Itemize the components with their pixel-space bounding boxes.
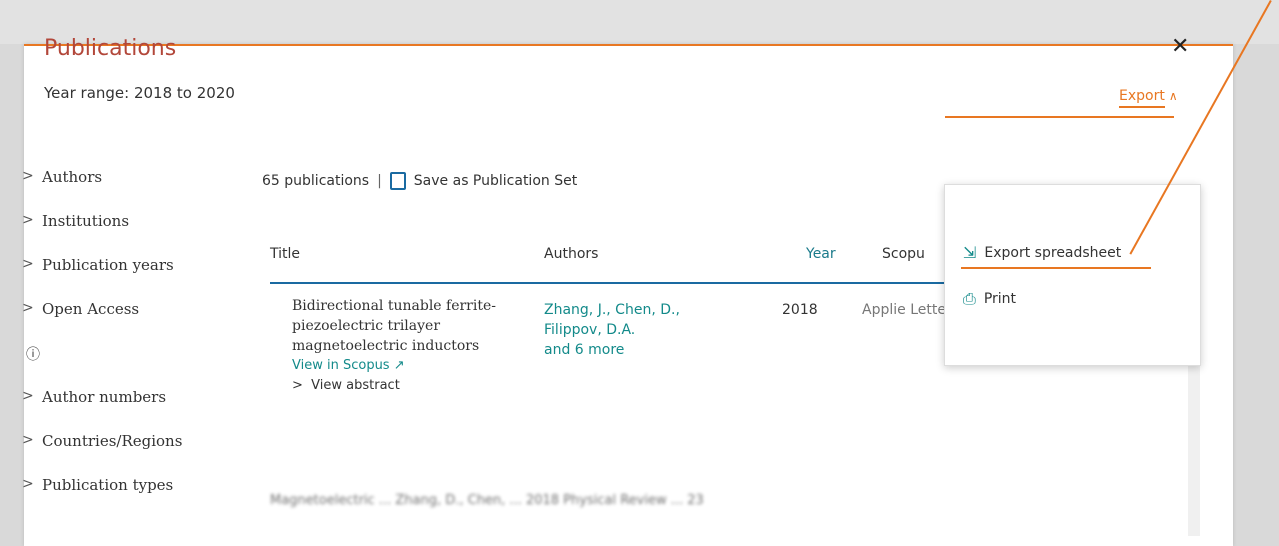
- chevron-right-icon: >: [22, 300, 34, 316]
- table-row[interactable]: Magnetoelectric ... Zhang, D., Chen, ...…: [270, 493, 930, 513]
- export-dropdown-menu: ⇲ Export spreadsheet ⎙ Print: [944, 184, 1201, 366]
- sidebar-item-countries-regions[interactable]: > Countries/Regions: [22, 432, 182, 476]
- view-abstract-label: View abstract: [311, 378, 400, 393]
- modal-title: Publications: [44, 36, 177, 61]
- toolbar-separator: |: [377, 173, 382, 189]
- year-cell: 2018: [782, 302, 818, 318]
- view-abstract-toggle[interactable]: > View abstract: [292, 376, 522, 396]
- publication-title: Bidirectional tunable ferrite-piezoelect…: [292, 298, 496, 354]
- chevron-right-icon: >: [22, 432, 34, 448]
- sidebar-item-label: Authors: [42, 168, 103, 186]
- sidebar-item-label: Institutions: [42, 212, 130, 230]
- sidebar-item-publication-types[interactable]: > Publication types: [22, 476, 182, 520]
- publication-title-cell: Bidirectional tunable ferrite-piezoelect…: [292, 296, 522, 396]
- sidebar-item-label: Open Access: [42, 300, 140, 318]
- column-header-year[interactable]: Year: [806, 246, 836, 262]
- export-spreadsheet-label: Export spreadsheet: [984, 244, 1122, 261]
- sidebar-item-label: Publication years: [42, 256, 174, 274]
- column-header-authors[interactable]: Authors: [544, 246, 598, 262]
- print-icon: ⎙: [963, 289, 976, 308]
- export-spreadsheet-item[interactable]: ⇲ Export spreadsheet: [963, 243, 1121, 262]
- more-authors-link[interactable]: and 6 more: [544, 340, 714, 360]
- view-in-scopus-link[interactable]: View in Scopus ↗: [292, 356, 522, 376]
- export-button[interactable]: Export ∧: [1119, 88, 1178, 108]
- sidebar-item-label: Publication types: [42, 476, 174, 494]
- sidebar: > Authors > Institutions > Publication year…: [22, 168, 182, 520]
- sidebar-item-publication-years[interactable]: > Publication years: [22, 256, 182, 300]
- authors-link[interactable]: Zhang, J., Chen, D., Filippov, D.A.: [544, 300, 714, 340]
- sidebar-item-authors[interactable]: > Authors: [22, 168, 182, 212]
- export-icon: ⇲: [963, 243, 977, 262]
- authors-cell: Zhang, J., Chen, D., Filippov, D.A. and …: [544, 300, 714, 360]
- sidebar-item-open-access[interactable]: > Open Access: [22, 300, 182, 344]
- chevron-right-icon: >: [292, 378, 312, 393]
- chevron-up-icon: ∧: [1168, 89, 1178, 103]
- publication-count: 65 publications: [262, 173, 370, 189]
- chevron-right-icon: >: [22, 388, 34, 404]
- sidebar-item-label: Countries/Regions: [42, 432, 183, 450]
- chevron-right-icon: >: [22, 168, 34, 184]
- chevron-right-icon: >: [22, 476, 34, 492]
- sidebar-item-institutions[interactable]: > Institutions: [22, 212, 182, 256]
- year-range: Year range: 2018 to 2020: [44, 84, 235, 102]
- save-publication-set-button[interactable]: Save as Publication Set: [414, 173, 577, 189]
- save-set-icon: [389, 172, 406, 190]
- sidebar-item-label: Author numbers: [42, 388, 167, 406]
- export-spreadsheet-underline: [961, 267, 1151, 269]
- chevron-right-icon: >: [22, 256, 34, 272]
- print-item[interactable]: ⎙ Print: [963, 289, 1016, 309]
- info-icon[interactable]: ⓘ: [26, 344, 182, 388]
- export-underline: [945, 116, 1174, 118]
- close-icon[interactable]: ✕: [1171, 34, 1189, 59]
- table-header: Title Authors Year Scopu: [270, 246, 950, 284]
- column-header-title[interactable]: Title: [270, 246, 300, 262]
- print-label: Print: [983, 291, 1017, 307]
- results-toolbar: 65 publications | Save as Publication Se…: [262, 172, 577, 190]
- export-label: Export: [1119, 88, 1165, 108]
- column-header-scopus[interactable]: Scopu: [882, 246, 925, 262]
- background-header: [0, 0, 1279, 44]
- chevron-right-icon: >: [22, 212, 34, 228]
- sidebar-item-author-numbers[interactable]: > Author numbers: [22, 388, 182, 432]
